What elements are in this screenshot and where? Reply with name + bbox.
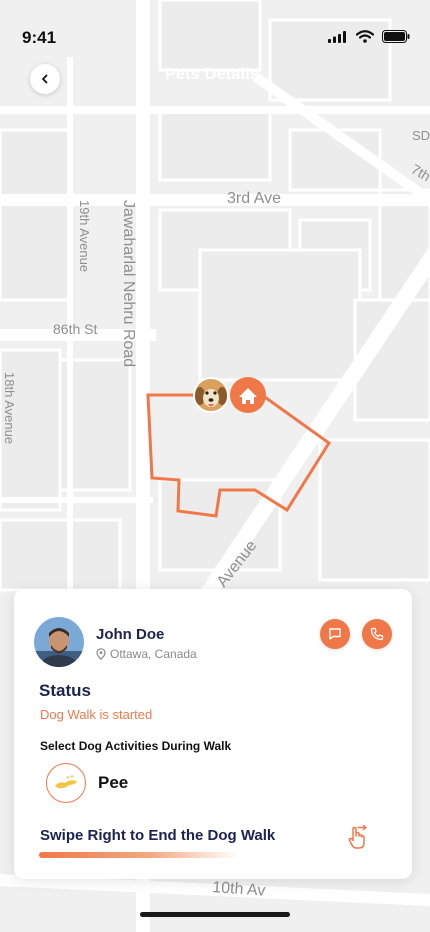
phone-icon <box>370 627 384 641</box>
cellular-signal-icon <box>328 30 346 43</box>
street-label: 19th Avenue <box>77 200 92 272</box>
home-marker[interactable] <box>230 377 266 413</box>
swipe-slider[interactable] <box>39 852 239 858</box>
home-indicator <box>140 912 290 917</box>
chat-icon <box>329 628 341 640</box>
activity-pee[interactable]: Pee <box>46 763 128 803</box>
activity-label: Pee <box>98 773 129 792</box>
street-label: Jawaharlal Nehru Road <box>120 200 137 367</box>
street-label: 18th Avenue <box>2 372 17 444</box>
wifi-icon <box>356 30 374 43</box>
dog-marker[interactable] <box>193 377 229 413</box>
location-pin-icon <box>96 648 106 660</box>
walker-location: Ottawa, Canada <box>96 647 197 661</box>
street-label: 3rd Ave <box>227 190 281 207</box>
activities-label: Select Dog Activities During Walk <box>40 739 232 753</box>
swipe-hand-icon[interactable] <box>344 825 370 851</box>
status-text: Dog Walk is started <box>40 707 153 722</box>
battery-icon <box>382 30 410 43</box>
street-label: 86th St <box>53 321 97 337</box>
page-title: Pets Details <box>165 66 260 83</box>
walker-name: John Doe <box>96 626 165 643</box>
chevron-left-icon <box>42 74 48 84</box>
status-bar: 9:41 <box>0 0 430 60</box>
location-text: Ottawa, Canada <box>110 647 197 661</box>
street-label: SD <box>412 128 430 143</box>
clock: 9:41 <box>22 28 57 47</box>
back-button[interactable] <box>30 64 60 94</box>
message-button[interactable] <box>320 619 350 649</box>
call-button[interactable] <box>362 619 392 649</box>
walk-status-card: John Doe Ottawa, Canada Status Dog Walk … <box>14 589 412 879</box>
status-heading: Status <box>39 681 91 700</box>
pee-icon <box>46 763 86 803</box>
swipe-label: Swipe Right to End the Dog Walk <box>40 827 276 844</box>
avatar <box>34 617 84 667</box>
